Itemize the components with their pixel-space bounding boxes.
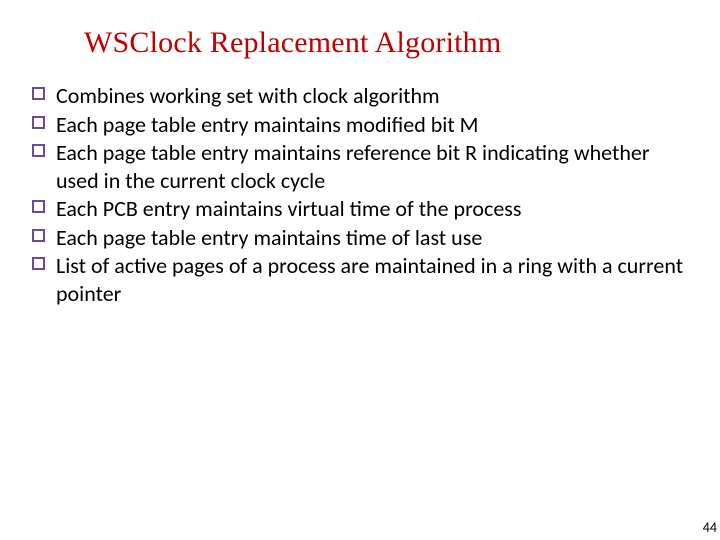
bullet-text: List of active pages of a process are ma…: [56, 252, 683, 307]
slide: WSClock Replacement Algorithm Combines w…: [0, 0, 720, 540]
bullet-text: Each page table entry maintains time of …: [56, 224, 482, 251]
bullet-item: Each page table entry maintains referenc…: [28, 139, 690, 194]
bullet-text: Combines working set with clock algorith…: [56, 82, 440, 109]
bullet-text: Each page table entry maintains referenc…: [56, 139, 650, 194]
bullet-item: Each page table entry maintains modified…: [28, 111, 690, 139]
bullet-item: Each PCB entry maintains virtual time of…: [28, 195, 690, 223]
bullet-text: Each page table entry maintains modified…: [56, 111, 479, 138]
page-number: 44: [703, 519, 717, 536]
bullet-item: Each page table entry maintains time of …: [28, 224, 690, 252]
bullet-item: List of active pages of a process are ma…: [28, 252, 690, 307]
bullet-text: Each PCB entry maintains virtual time of…: [56, 195, 521, 222]
slide-title: WSClock Replacement Algorithm: [0, 0, 720, 60]
slide-body: Combines working set with clock algorith…: [0, 60, 720, 307]
bullet-item: Combines working set with clock algorith…: [28, 82, 690, 110]
